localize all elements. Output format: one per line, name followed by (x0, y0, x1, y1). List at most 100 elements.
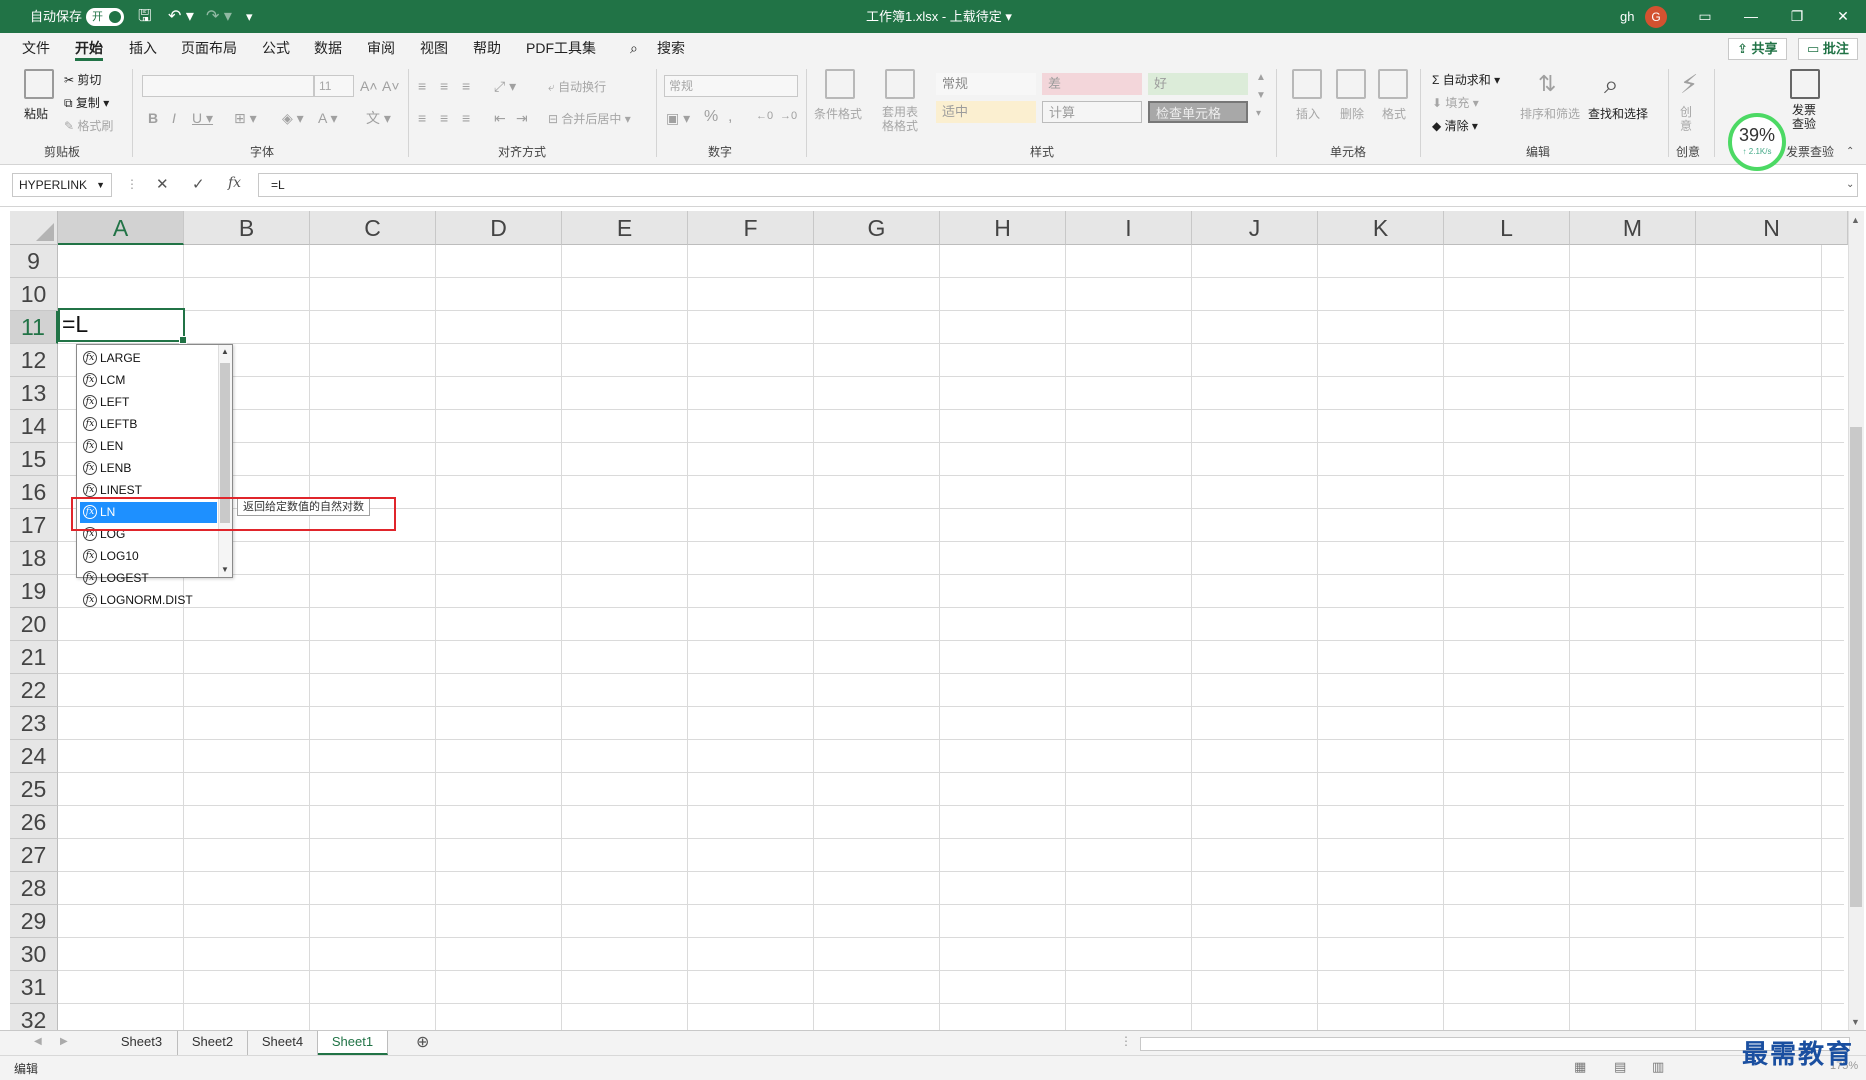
style-neutral[interactable]: 适中 (936, 101, 1036, 123)
column-header-d[interactable]: D (436, 211, 562, 245)
tab-review[interactable]: 审阅 (367, 33, 395, 63)
autocomplete-item-lenb[interactable]: fx LENB (80, 458, 217, 479)
tab-insert[interactable]: 插入 (129, 33, 157, 63)
tab-formulas[interactable]: 公式 (262, 33, 290, 63)
cut-button[interactable]: ✂ 剪切 (64, 71, 101, 88)
decrease-decimal-icon[interactable]: →0 (780, 111, 797, 122)
scroll-down-icon[interactable]: ▼ (1851, 1017, 1860, 1027)
row-header-32[interactable]: 32 (10, 1004, 58, 1030)
clear-button[interactable]: ◆ 清除 ▾ (1432, 117, 1478, 134)
tab-page-layout[interactable]: 页面布局 (181, 33, 237, 63)
row-header-27[interactable]: 27 (10, 839, 58, 872)
styles-scroll-up-icon[interactable]: ▲ (1256, 73, 1266, 83)
delete-cells-icon[interactable] (1336, 69, 1366, 99)
font-color-icon[interactable]: A ▾ (318, 111, 337, 125)
network-speed-widget[interactable]: 39% ↑ 2.1K/s (1728, 113, 1786, 171)
style-bad[interactable]: 差 (1042, 73, 1142, 95)
bold-icon[interactable]: B (148, 111, 158, 125)
paste-button[interactable]: 粘贴 (24, 105, 48, 122)
merge-center-button[interactable]: ⊟ 合并后居中 ▾ (548, 110, 631, 127)
column-header-l[interactable]: L (1444, 211, 1570, 245)
sort-filter-button[interactable]: 排序和筛选 (1520, 105, 1580, 122)
page-break-view-icon[interactable]: ▥ (1652, 1059, 1664, 1075)
tab-pdf-tools[interactable]: PDF工具集 (526, 33, 596, 63)
active-cell[interactable]: =L (58, 308, 187, 344)
paste-icon[interactable] (24, 69, 54, 99)
column-header-k[interactable]: K (1318, 211, 1444, 245)
more-options-icon[interactable]: ⋮ (126, 177, 138, 191)
grow-font-icon[interactable]: A˄ (360, 79, 378, 93)
row-header-9[interactable]: 9 (10, 245, 58, 278)
sheet-tab-sheet3[interactable]: Sheet3 (106, 1031, 178, 1055)
add-sheet-icon[interactable]: ⊕ (416, 1032, 429, 1052)
format-cells-button[interactable]: 格式 (1382, 105, 1406, 122)
column-header-h[interactable]: H (940, 211, 1066, 245)
style-calculation[interactable]: 计算 (1042, 101, 1142, 123)
copy-button[interactable]: ⧉ 复制 ▾ (64, 94, 109, 111)
creative-icon[interactable]: ⚡ (1680, 71, 1698, 97)
conditional-format-button[interactable]: 条件格式 (814, 105, 862, 122)
autosum-button[interactable]: Σ 自动求和 ▾ (1432, 71, 1500, 88)
styles-more-icon[interactable]: ▾ (1256, 109, 1261, 119)
decrease-indent-icon[interactable]: ⇤ (494, 111, 506, 125)
find-select-button[interactable]: 查找和选择 (1588, 105, 1648, 122)
row-header-15[interactable]: 15 (10, 443, 58, 476)
style-check-cell[interactable]: 检查单元格 (1148, 101, 1248, 123)
autocomplete-item-left[interactable]: fx LEFT (80, 392, 217, 413)
autocomplete-item-leftb[interactable]: fx LEFTB (80, 414, 217, 435)
expand-formula-icon[interactable]: ⌄ (1846, 179, 1854, 190)
fill-color-icon[interactable]: ◈ ▾ (282, 111, 304, 125)
cell-area[interactable] (58, 245, 1844, 1030)
column-header-n[interactable]: N (1696, 211, 1848, 245)
tab-data[interactable]: 数据 (314, 33, 342, 63)
cancel-icon[interactable]: ✕ (156, 175, 169, 193)
select-all-button[interactable] (10, 211, 58, 245)
tab-file[interactable]: 文件 (22, 33, 50, 63)
share-button[interactable]: ⇪ 共享 (1728, 38, 1787, 60)
avatar[interactable]: G (1645, 6, 1667, 28)
row-header-14[interactable]: 14 (10, 410, 58, 443)
format-cells-icon[interactable] (1378, 69, 1408, 99)
align-center-icon[interactable]: ≡ (440, 111, 448, 125)
font-size-input[interactable]: 11 (314, 75, 354, 97)
ribbon-display-icon[interactable]: ▭ (1682, 0, 1728, 33)
restore-icon[interactable]: ❐ (1774, 0, 1820, 33)
vertical-scroll-thumb[interactable] (1850, 427, 1862, 907)
window-title[interactable]: 工作簿1.xlsx - 上载待定 ▾ (866, 0, 1012, 33)
undo-icon[interactable]: ↶ ▾ (168, 0, 194, 33)
column-header-i[interactable]: I (1066, 211, 1192, 245)
sheet-tab-sheet2[interactable]: Sheet2 (178, 1031, 248, 1055)
row-header-21[interactable]: 21 (10, 641, 58, 674)
next-sheet-icon[interactable]: ▶ (60, 1036, 68, 1047)
page-layout-view-icon[interactable]: ▤ (1614, 1059, 1626, 1075)
increase-decimal-icon[interactable]: ←0 (756, 111, 773, 122)
autocomplete-item-len[interactable]: fx LEN (80, 436, 217, 457)
row-header-24[interactable]: 24 (10, 740, 58, 773)
row-header-11[interactable]: 11 (10, 311, 58, 344)
comma-icon[interactable]: , (728, 109, 732, 125)
conditional-format-icon[interactable] (825, 69, 855, 99)
fill-button[interactable]: ⬇ 填充 ▾ (1432, 94, 1479, 111)
name-box-dropdown-icon[interactable]: ▼ (96, 174, 105, 196)
invoice-check-icon[interactable] (1790, 69, 1820, 99)
row-header-16[interactable]: 16 (10, 476, 58, 509)
tab-view[interactable]: 视图 (420, 33, 448, 63)
align-left-icon[interactable]: ≡ (418, 111, 426, 125)
tab-help[interactable]: 帮助 (473, 33, 501, 63)
column-header-e[interactable]: E (562, 211, 688, 245)
percent-icon[interactable]: % (704, 109, 718, 125)
row-header-22[interactable]: 22 (10, 674, 58, 707)
creative-button[interactable]: 创意 (1680, 105, 1694, 133)
tab-split-handle[interactable]: ⋮ (1120, 1034, 1132, 1048)
name-box[interactable]: HYPERLINK ▼ (12, 173, 112, 197)
font-name-input[interactable] (142, 75, 314, 97)
column-header-j[interactable]: J (1192, 211, 1318, 245)
row-header-18[interactable]: 18 (10, 542, 58, 575)
insert-cells-icon[interactable] (1292, 69, 1322, 99)
table-format-icon[interactable] (885, 69, 915, 99)
enter-icon[interactable]: ✓ (192, 175, 205, 193)
row-header-23[interactable]: 23 (10, 707, 58, 740)
row-header-26[interactable]: 26 (10, 806, 58, 839)
tab-home[interactable]: 开始 (75, 33, 103, 63)
autosave-toggle[interactable]: 开 (86, 8, 124, 26)
